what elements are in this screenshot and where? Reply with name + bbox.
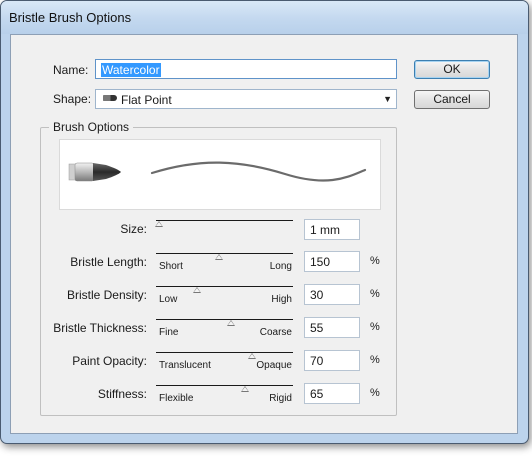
stiffness-max-label: Rigid bbox=[269, 393, 292, 404]
size-label: Size: bbox=[120, 222, 147, 236]
bristle-density-input[interactable]: 30 bbox=[304, 284, 360, 305]
chevron-down-icon: ▼ bbox=[383, 94, 392, 104]
paint-opacity-max-label: Opaque bbox=[256, 360, 292, 371]
bristle-length-slider-thumb[interactable] bbox=[215, 254, 224, 260]
bristle-density-unit: % bbox=[370, 288, 380, 300]
bristle-thickness-unit: % bbox=[370, 321, 380, 333]
bristle-density-max-label: High bbox=[271, 294, 292, 305]
bristle-length-max-label: Long bbox=[269, 261, 292, 272]
bristle-thickness-max-label: Coarse bbox=[259, 327, 292, 338]
shape-label: Shape: bbox=[53, 92, 92, 106]
title-bar[interactable]: Bristle Brush Options bbox=[1, 1, 528, 34]
size-input[interactable]: 1 mm bbox=[304, 219, 360, 240]
bristle-length-label: Bristle Length: bbox=[70, 255, 147, 269]
bristle-density-slider-thumb[interactable] bbox=[193, 287, 202, 293]
paint-opacity-input[interactable]: 70 bbox=[304, 350, 360, 371]
bristle-length-min-label: Short bbox=[159, 261, 183, 272]
dialog-window: Bristle Brush Options Name: Watercolor S… bbox=[0, 0, 529, 444]
shape-dropdown[interactable]: Flat Point ▼ bbox=[95, 89, 397, 109]
bristle-thickness-input[interactable]: 55 bbox=[304, 317, 360, 338]
size-slider-thumb[interactable] bbox=[154, 221, 163, 227]
stroke-preview-line bbox=[150, 161, 367, 182]
bristle-density-label: Bristle Density: bbox=[66, 288, 147, 302]
name-input-value: Watercolor bbox=[101, 63, 161, 77]
bristle-length-input[interactable]: 150 bbox=[304, 251, 360, 272]
stiffness-min-label: Flexible bbox=[159, 393, 194, 404]
bristle-thickness-min-label: Fine bbox=[159, 327, 179, 338]
cancel-button[interactable]: Cancel bbox=[414, 90, 490, 109]
name-input[interactable]: Watercolor bbox=[95, 59, 397, 79]
dialog-title: Bristle Brush Options bbox=[9, 10, 132, 25]
name-label: Name: bbox=[53, 63, 89, 77]
paint-opacity-label: Paint Opacity: bbox=[72, 354, 147, 368]
bristle-length-unit: % bbox=[370, 255, 380, 267]
shape-dropdown-value: Flat Point bbox=[121, 93, 172, 107]
bristle-density-min-label: Low bbox=[159, 294, 178, 305]
ok-button[interactable]: OK bbox=[414, 60, 490, 79]
stiffness-label: Stiffness: bbox=[97, 387, 147, 401]
brush-options-title: Brush Options bbox=[49, 120, 134, 134]
paint-opacity-min-label: Translucent bbox=[159, 360, 211, 371]
bristle-thickness-label: Bristle Thickness: bbox=[53, 321, 147, 335]
paint-opacity-slider-thumb[interactable] bbox=[247, 353, 256, 359]
brush-stroke-preview bbox=[59, 139, 381, 210]
stiffness-slider-thumb[interactable] bbox=[241, 386, 250, 392]
brush-preview-graphic bbox=[68, 161, 367, 182]
dialog-body: Name: Watercolor Shape: Flat Point ▼ OK … bbox=[10, 34, 518, 434]
bristle-thickness-slider-thumb[interactable] bbox=[227, 320, 236, 326]
flat-point-brush-icon bbox=[103, 95, 117, 101]
stiffness-unit: % bbox=[370, 387, 380, 399]
brush-tip-icon bbox=[68, 162, 121, 182]
paint-opacity-unit: % bbox=[370, 354, 380, 366]
stiffness-input[interactable]: 65 bbox=[304, 383, 360, 404]
